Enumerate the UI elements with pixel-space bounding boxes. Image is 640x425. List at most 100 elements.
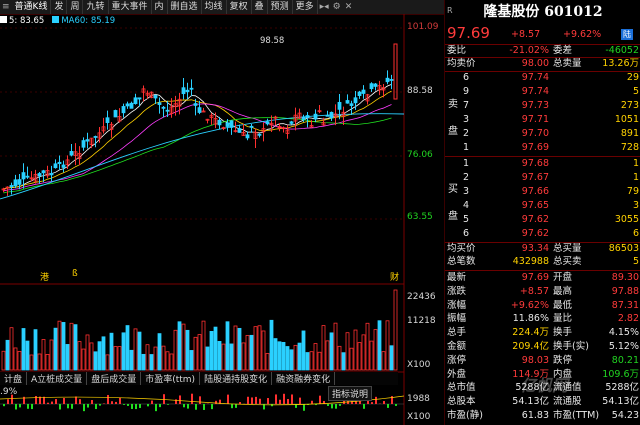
toolbar-button-overlay[interactable]: 叠 — [252, 0, 268, 14]
bid-row[interactable]: 4 97.65 3 — [445, 200, 640, 212]
candle-body — [85, 139, 90, 142]
ask-row[interactable]: 3 97.71 1051 — [445, 114, 640, 126]
connect-badge: 陆 — [621, 29, 633, 40]
macd-bar — [123, 404, 125, 405]
tab-margin-change[interactable]: 融资融券变化 — [272, 372, 336, 385]
stat-row: 市盈(静) 61.83 市盈(TTM) 54.23 — [445, 410, 640, 422]
total-buy-value: 86503 — [608, 243, 639, 254]
bid-price: 97.67 — [521, 172, 549, 183]
macd-bar — [15, 404, 17, 410]
tab-calc-disk[interactable]: 计盘 — [0, 372, 28, 385]
menu-icon[interactable]: ≡ — [0, 0, 12, 14]
period-selector[interactable]: 普通K线 — [12, 0, 52, 14]
volume-bar — [141, 353, 146, 371]
macd-bar — [395, 404, 397, 406]
tab-pe-ttm[interactable]: 市盈率(ttm) — [141, 372, 201, 385]
macd-bar — [255, 396, 257, 404]
stat-value-2: 87.31 — [611, 299, 639, 311]
ask-row[interactable]: 1 97.69 728 — [445, 142, 640, 154]
indicator-help-button[interactable]: 指标说明 — [328, 386, 373, 401]
volume-bar — [229, 343, 234, 371]
event-marker-hk[interactable]: 港 — [40, 270, 49, 283]
macd-bar — [287, 399, 289, 404]
candle-body — [373, 83, 378, 87]
volume-bar — [1, 350, 6, 371]
stat-value-2: 89.30 — [611, 272, 639, 283]
macd-bar — [47, 402, 49, 404]
stat-row: 涨幅 +9.62% 最低 87.31 — [445, 300, 640, 312]
toolbar-button-week[interactable]: 周 — [67, 0, 84, 14]
avg-sell-value: 98.00 — [521, 58, 549, 69]
toolbar-button-ma[interactable]: 均线 — [202, 0, 227, 14]
toolbar-button-remove-watchlist[interactable]: 删自选 — [168, 0, 202, 14]
toolbar-button-more[interactable]: 更多 — [293, 0, 318, 14]
ask-row[interactable]: 6 97.74 29 — [445, 72, 640, 84]
bid-volume: 6 — [632, 228, 639, 239]
candle-body — [57, 161, 62, 164]
volume-bar — [69, 322, 74, 371]
volume-bar — [197, 334, 202, 371]
volume-bar — [29, 354, 34, 371]
price-change: +8.57 — [511, 29, 541, 40]
volume-bar — [73, 324, 78, 371]
bid-row[interactable]: 3 97.66 79 — [445, 186, 640, 198]
macd-bar — [99, 404, 101, 406]
candle-body — [189, 87, 194, 90]
avg-buy-value: 93.34 — [521, 243, 549, 254]
volume-bar — [113, 346, 118, 371]
stat-row: 总手 224.4万 换手 4.15% — [445, 327, 640, 339]
kline-chart-canvas[interactable] — [0, 14, 444, 425]
toolbar-button-jiuzhuan[interactable]: 九转 — [83, 0, 109, 14]
bid-row[interactable]: 1 97.68 1 — [445, 158, 640, 170]
ask-row[interactable]: 2 97.70 891 — [445, 128, 640, 140]
commission-diff-label: 委差 — [553, 45, 573, 56]
chart-toolbar: ≡ 普通K线 发 周 九转 重大事件 内 删自选 均线 复权 叠 预测 更多 ▸… — [0, 0, 444, 15]
bid-volume: 79 — [626, 186, 639, 197]
volume-bar — [273, 338, 278, 371]
volume-bar — [45, 354, 50, 371]
close-icon[interactable]: ✕ — [343, 0, 355, 14]
stat-row: 振幅 11.86% 量比 2.82 — [445, 313, 640, 325]
macd-bar — [71, 404, 73, 409]
volume-bar — [53, 327, 58, 371]
ask-row[interactable]: 9 97.74 5 — [445, 86, 640, 98]
stat-label-2: 最低 — [553, 299, 573, 311]
bid-row[interactable]: 5 97.62 3055 — [445, 214, 640, 226]
toolbar-button-adjust[interactable]: 复权 — [227, 0, 252, 14]
tab-connect-holding[interactable]: 陆股通持股变化 — [200, 372, 273, 385]
bid-price: 97.62 — [521, 214, 549, 225]
toolbar-button-nei[interactable]: 内 — [152, 0, 168, 14]
macd-bar — [91, 400, 93, 404]
ask-level: 3 — [463, 114, 470, 125]
macd-bar — [43, 396, 45, 404]
toolbar-button-fa[interactable]: 发 — [51, 0, 68, 14]
tab-after-hours-volume[interactable]: 盘后成交量 — [87, 372, 142, 385]
event-marker-beta[interactable]: ß — [72, 269, 78, 279]
ask-row[interactable]: 7 97.73 273 — [445, 100, 640, 112]
macd-bar — [187, 404, 189, 409]
bid-volume: 1 — [632, 158, 639, 169]
tab-a-volume[interactable]: A立桩成交量 — [27, 372, 88, 385]
macd-bar — [199, 396, 201, 404]
macd-percent-label: .9% — [0, 387, 18, 397]
event-marker-finance[interactable]: 财 — [390, 270, 399, 283]
price-axis-label-2: 88.58 — [407, 86, 433, 96]
commission-value: -21.02% — [509, 45, 549, 56]
volume-bar — [261, 330, 266, 371]
bid-row[interactable]: 6 97.62 6 — [445, 228, 640, 240]
toolbar-button-major-events[interactable]: 重大事件 — [109, 0, 152, 14]
bid-row[interactable]: 2 97.67 1 — [445, 172, 640, 184]
stat-label-2: 最高 — [553, 285, 573, 297]
settings-gear-icon[interactable]: ⚙ — [331, 0, 343, 14]
price-axis-label-4: 63.55 — [407, 212, 433, 222]
volume-bar — [373, 329, 378, 371]
macd-bar — [87, 404, 89, 408]
volume-bar — [157, 333, 162, 371]
macd-bar — [135, 404, 137, 410]
volume-bar — [61, 322, 66, 371]
total-sell-value: 13.26万 — [602, 58, 639, 69]
arrow-toggle-icon[interactable]: ▸◂ — [318, 0, 331, 14]
stat-value-2: 109.6万 — [602, 368, 639, 380]
toolbar-button-forecast[interactable]: 预测 — [268, 0, 293, 14]
stat-label: 总市值 — [447, 382, 476, 394]
